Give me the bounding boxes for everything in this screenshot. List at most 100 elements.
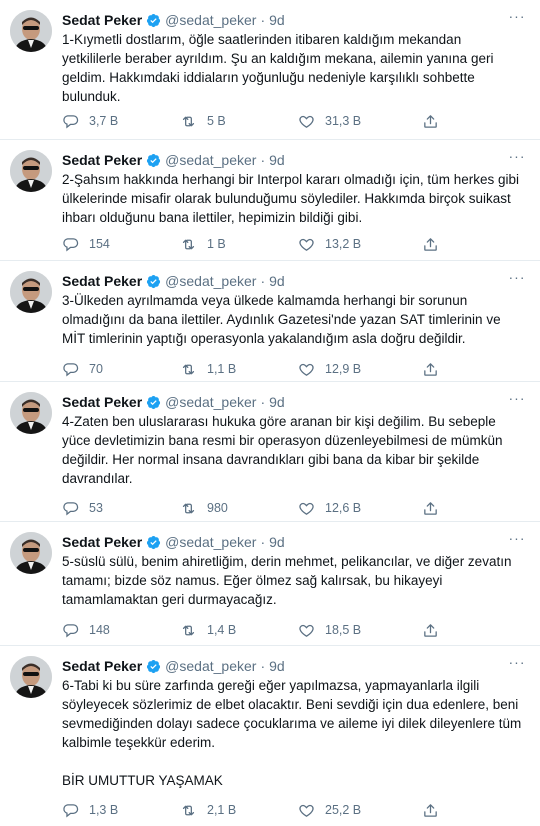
tweet-header: Sedat Peker @sedat_peker · 9d xyxy=(62,533,285,551)
verified-badge-icon xyxy=(146,13,161,28)
tweet[interactable]: Sedat Peker @sedat_peker · 9d ··· 2-Şahs… xyxy=(0,140,540,261)
like-count: 25,2 B xyxy=(325,803,362,817)
retweet-button[interactable]: 980 xyxy=(180,498,228,518)
retweet-button[interactable]: 1 B xyxy=(180,234,226,254)
reply-button[interactable]: 154 xyxy=(62,234,110,254)
avatar[interactable] xyxy=(10,271,52,313)
more-options-icon[interactable]: ··· xyxy=(506,530,528,548)
avatar[interactable] xyxy=(10,656,52,698)
tweet-time[interactable]: 9d xyxy=(269,152,285,168)
like-count: 12,9 B xyxy=(325,362,362,376)
heart-icon xyxy=(299,624,314,637)
more-options-icon[interactable]: ··· xyxy=(506,269,528,287)
tweet[interactable]: Sedat Peker @sedat_peker · 9d ··· 4-Zate… xyxy=(0,382,540,522)
share-button[interactable] xyxy=(422,111,439,131)
avatar[interactable] xyxy=(10,150,52,192)
separator-dot: · xyxy=(260,273,266,289)
tweet-header: Sedat Peker @sedat_peker · 9d xyxy=(62,657,285,675)
avatar[interactable] xyxy=(10,532,52,574)
tweet-header: Sedat Peker @sedat_peker · 9d xyxy=(62,272,285,290)
author-name[interactable]: Sedat Peker xyxy=(62,658,142,674)
tweet-text: 5-süslü sülü, benim ahiretliğim, derin m… xyxy=(62,554,512,607)
more-options-icon[interactable]: ··· xyxy=(506,390,528,408)
author-name[interactable]: Sedat Peker xyxy=(62,394,142,410)
like-button[interactable]: 25,2 B xyxy=(298,800,361,820)
tweet[interactable]: Sedat Peker @sedat_peker · 9d ··· 1-Kıym… xyxy=(0,0,540,140)
avatar[interactable] xyxy=(10,392,52,434)
reply-icon xyxy=(63,362,79,376)
retweet-button[interactable]: 1,4 B xyxy=(180,620,236,640)
separator-dot: · xyxy=(260,394,266,410)
more-options-icon[interactable]: ··· xyxy=(506,148,528,166)
reply-button[interactable]: 53 xyxy=(62,498,103,518)
author-name[interactable]: Sedat Peker xyxy=(62,12,142,28)
tweet-time[interactable]: 9d xyxy=(269,394,285,410)
verified-badge-icon xyxy=(146,274,161,289)
author-handle[interactable]: @sedat_peker xyxy=(165,534,256,550)
reply-button[interactable]: 1,3 B xyxy=(62,800,118,820)
more-options-icon[interactable]: ··· xyxy=(506,8,528,26)
verified-badge-icon xyxy=(146,153,161,168)
reply-count: 148 xyxy=(89,623,110,637)
reply-icon xyxy=(63,237,79,251)
like-button[interactable]: 13,2 B xyxy=(298,234,361,254)
share-button[interactable] xyxy=(422,234,439,254)
reply-button[interactable]: 148 xyxy=(62,620,110,640)
separator-dot: · xyxy=(260,152,266,168)
like-button[interactable]: 31,3 B xyxy=(298,111,361,131)
like-count: 31,3 B xyxy=(325,114,362,128)
author-handle[interactable]: @sedat_peker xyxy=(165,152,256,168)
tweet-actions: 3,7 B 5 B 31,3 B xyxy=(62,111,462,131)
more-options-icon[interactable]: ··· xyxy=(506,654,528,672)
author-handle[interactable]: @sedat_peker xyxy=(165,12,256,28)
tweet-actions: 154 1 B 13,2 B xyxy=(62,234,462,254)
tweet-text: 4-Zaten ben uluslararası hukuka göre ara… xyxy=(62,414,503,486)
reply-count: 53 xyxy=(89,501,103,515)
author-name[interactable]: Sedat Peker xyxy=(62,534,142,550)
reply-button[interactable]: 70 xyxy=(62,359,103,379)
retweet-icon xyxy=(182,805,195,815)
retweet-button[interactable]: 5 B xyxy=(180,111,226,131)
tweet[interactable]: Sedat Peker @sedat_peker · 9d ··· 6-Tabi… xyxy=(0,646,540,826)
share-button[interactable] xyxy=(422,498,439,518)
author-handle[interactable]: @sedat_peker xyxy=(165,658,256,674)
tweet-time[interactable]: 9d xyxy=(269,273,285,289)
tweet-thread: Sedat Peker @sedat_peker · 9d ··· 1-Kıym… xyxy=(0,0,540,826)
author-handle[interactable]: @sedat_peker xyxy=(165,273,256,289)
author-name[interactable]: Sedat Peker xyxy=(62,152,142,168)
share-button[interactable] xyxy=(422,800,439,820)
tweet[interactable]: Sedat Peker @sedat_peker · 9d ··· 5-süsl… xyxy=(0,522,540,646)
retweet-icon xyxy=(182,116,195,126)
tweet-time[interactable]: 9d xyxy=(269,658,285,674)
like-count: 12,6 B xyxy=(325,501,362,515)
author-handle[interactable]: @sedat_peker xyxy=(165,394,256,410)
retweet-icon xyxy=(182,239,195,249)
verified-badge-icon xyxy=(146,395,161,410)
retweet-count: 980 xyxy=(207,501,228,515)
reply-button[interactable]: 3,7 B xyxy=(62,111,118,131)
tweet-actions: 70 1,1 B 12,9 B xyxy=(62,359,462,379)
tweet-header: Sedat Peker @sedat_peker · 9d xyxy=(62,151,285,169)
share-button[interactable] xyxy=(422,359,439,379)
tweet-time[interactable]: 9d xyxy=(269,12,285,28)
reply-count: 3,7 B xyxy=(89,114,119,128)
tweet-time[interactable]: 9d xyxy=(269,534,285,550)
tweet-actions: 1,3 B 2,1 B 25,2 B xyxy=(62,800,462,820)
retweet-button[interactable]: 2,1 B xyxy=(180,800,236,820)
retweet-count: 1,4 B xyxy=(207,623,237,637)
tweet-actions: 148 1,4 B 18,5 B xyxy=(62,620,462,640)
avatar[interactable] xyxy=(10,10,52,52)
retweet-icon xyxy=(182,364,195,374)
share-button[interactable] xyxy=(422,620,439,640)
tweet[interactable]: Sedat Peker @sedat_peker · 9d ··· 3-Ülke… xyxy=(0,261,540,382)
author-name[interactable]: Sedat Peker xyxy=(62,273,142,289)
reply-icon xyxy=(63,623,79,637)
retweet-count: 1,1 B xyxy=(207,362,237,376)
retweet-button[interactable]: 1,1 B xyxy=(180,359,236,379)
tweet-text: 1-Kıymetli dostlarım, öğle saatlerinden … xyxy=(62,32,494,104)
tweet-header: Sedat Peker @sedat_peker · 9d xyxy=(62,393,285,411)
heart-icon xyxy=(299,115,314,128)
like-button[interactable]: 18,5 B xyxy=(298,620,361,640)
like-button[interactable]: 12,6 B xyxy=(298,498,361,518)
like-button[interactable]: 12,9 B xyxy=(298,359,361,379)
